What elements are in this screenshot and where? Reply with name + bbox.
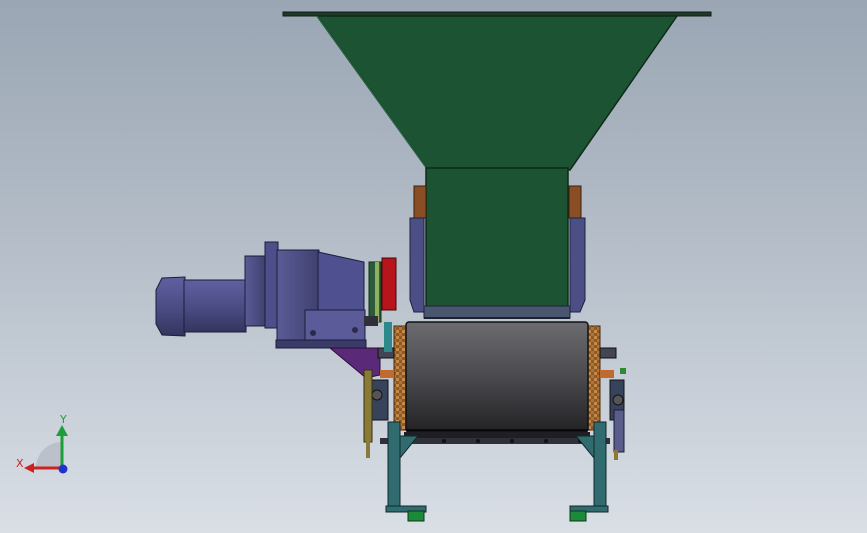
right-foot-pad <box>569 510 587 522</box>
drum <box>405 321 589 433</box>
drive-sprocket <box>381 257 397 311</box>
motor-end-cap <box>155 276 186 337</box>
motor-assembly[interactable] <box>155 241 397 379</box>
hopper-chute <box>425 167 569 309</box>
chute-bottom-lip <box>423 305 571 319</box>
triad-graphic <box>24 425 68 474</box>
belt-drum-assembly[interactable] <box>363 321 626 453</box>
motor-flange <box>244 255 266 327</box>
left-side-skirt <box>409 217 425 313</box>
left-foot-pad <box>407 510 425 522</box>
y-axis-label: Y <box>60 413 67 426</box>
hopper-funnel <box>315 15 679 171</box>
left-chute-bracket <box>413 185 427 219</box>
axis-triad-icon: X Y <box>10 412 90 482</box>
right-side-skirt <box>569 217 586 313</box>
right-chute-bracket <box>568 185 582 219</box>
conveyor-hopper-model[interactable] <box>0 0 867 533</box>
x-axis-label: X <box>16 457 24 470</box>
cad-viewport[interactable]: X Y <box>0 0 867 533</box>
left-leg <box>387 421 401 511</box>
right-leg <box>593 421 607 511</box>
motor-body <box>183 279 247 333</box>
gearbox-housing <box>317 251 365 313</box>
